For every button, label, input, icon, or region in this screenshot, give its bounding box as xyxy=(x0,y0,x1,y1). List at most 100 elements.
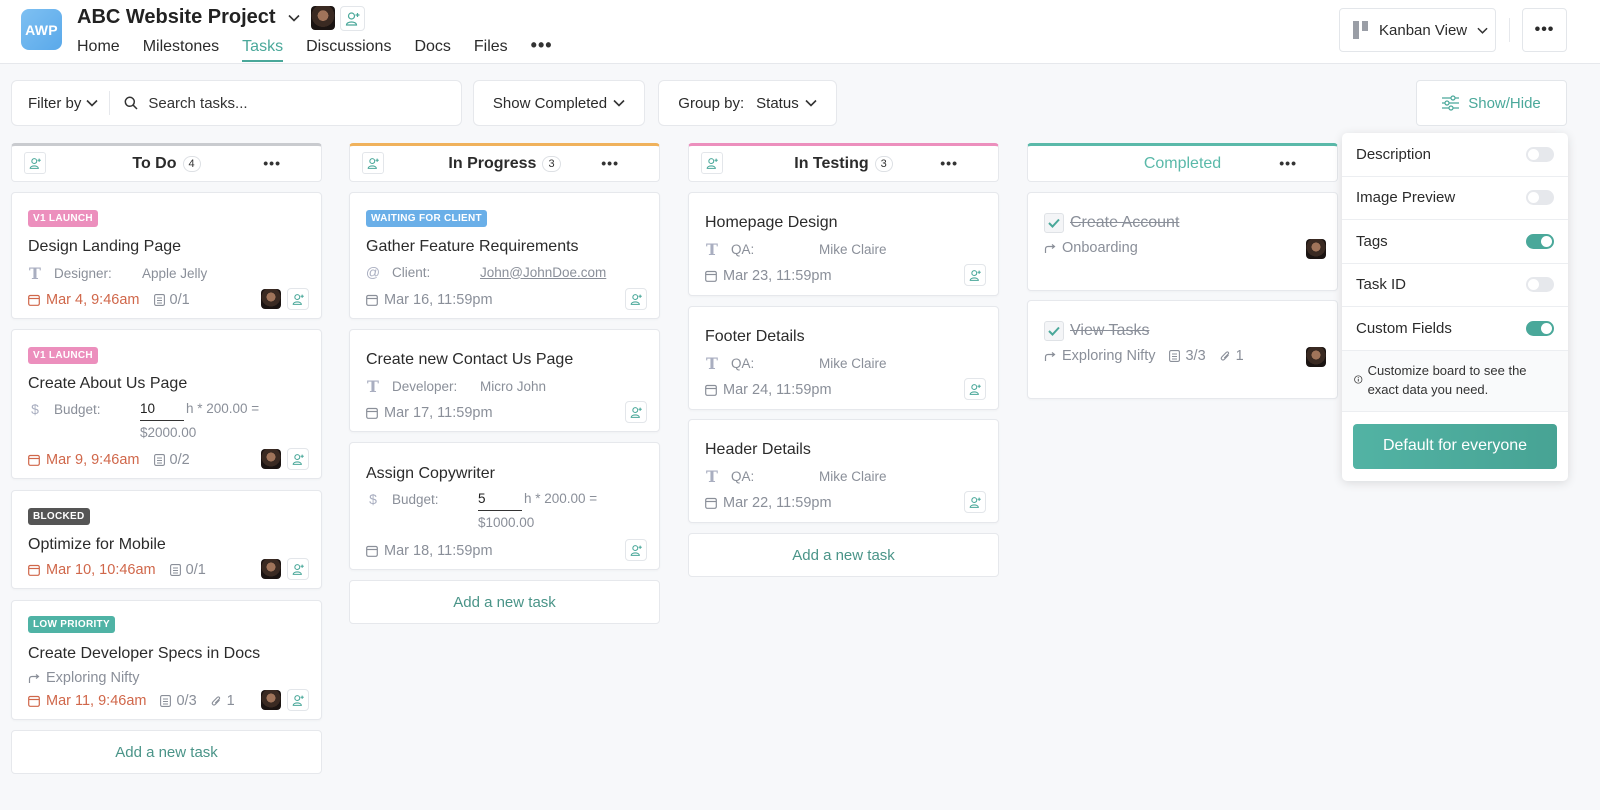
due-date[interactable]: Mar 18, 11:59pm xyxy=(366,543,493,559)
task-complete-checkbox[interactable] xyxy=(1044,321,1064,341)
task-title[interactable]: Create About Us Page xyxy=(28,375,187,393)
parent-task[interactable]: Exploring Nifty xyxy=(28,670,139,686)
task-card[interactable]: WAITING FOR CLIENT Gather Feature Requir… xyxy=(349,192,660,319)
default-for-everyone-button[interactable]: Default for everyone xyxy=(1353,423,1557,469)
column-add-assignee-button[interactable] xyxy=(701,152,723,174)
nav-more-button[interactable]: ••• xyxy=(531,36,553,60)
due-date[interactable]: Mar 11, 9:46am 0/3 1 xyxy=(28,693,235,709)
parent-task[interactable]: Exploring Nifty 3/3 1 xyxy=(1044,348,1244,364)
show-completed-label: Show Completed xyxy=(492,94,608,112)
task-complete-checkbox[interactable] xyxy=(1044,213,1064,233)
add-assignee-button[interactable] xyxy=(287,288,309,310)
due-date[interactable]: Mar 10, 10:46am 0/1 xyxy=(28,562,206,578)
assignee-avatar[interactable] xyxy=(1306,239,1326,259)
column-more-button[interactable]: ••• xyxy=(1279,155,1297,171)
due-date-text: Mar 22, 11:59pm xyxy=(723,495,832,511)
task-title[interactable]: Gather Feature Requirements xyxy=(366,238,579,256)
add-assignee-button[interactable] xyxy=(287,689,309,711)
add-assignee-button[interactable] xyxy=(625,539,647,561)
add-assignee-button[interactable] xyxy=(625,401,647,423)
task-card[interactable]: Header Details T QA: Mike Claire Mar 22,… xyxy=(688,419,999,523)
task-title[interactable]: Create Developer Specs in Docs xyxy=(28,645,260,663)
due-date[interactable]: Mar 16, 11:59pm xyxy=(366,292,493,308)
due-date[interactable]: Mar 17, 11:59pm xyxy=(366,405,493,421)
column-more-button[interactable]: ••• xyxy=(601,155,619,171)
add-assignee-button[interactable] xyxy=(964,491,986,513)
add-member-button[interactable] xyxy=(340,6,365,31)
tab-milestones[interactable]: Milestones xyxy=(143,38,219,60)
assignee-avatar[interactable] xyxy=(261,289,281,309)
assignee-avatar[interactable] xyxy=(1306,347,1326,367)
parent-task[interactable]: Onboarding xyxy=(1044,240,1138,256)
tab-home[interactable]: Home xyxy=(77,38,120,60)
task-id-toggle[interactable] xyxy=(1526,277,1554,293)
task-title[interactable]: Create new Contact Us Page xyxy=(366,351,573,369)
task-card[interactable]: Create Account Onboarding xyxy=(1027,192,1338,291)
image-preview-toggle[interactable] xyxy=(1526,190,1554,206)
project-title-dropdown[interactable]: ABC Website Project xyxy=(77,6,300,29)
assignee-avatar[interactable] xyxy=(261,449,281,469)
due-date[interactable]: Mar 9, 9:46am 0/2 xyxy=(28,452,190,468)
add-task-button[interactable]: Add a new task xyxy=(688,533,999,577)
column-more-button[interactable]: ••• xyxy=(263,155,281,171)
custom-field: T QA: Mike Claire xyxy=(705,240,886,259)
due-date[interactable]: Mar 22, 11:59pm xyxy=(705,495,832,511)
due-date[interactable]: Mar 4, 9:46am 0/1 xyxy=(28,292,190,308)
add-assignee-button[interactable] xyxy=(964,378,986,400)
field-value: Mike Claire xyxy=(819,242,887,257)
add-user-icon xyxy=(292,563,304,575)
option-description: Description xyxy=(1342,133,1568,177)
task-title[interactable]: Design Landing Page xyxy=(28,238,181,256)
task-card[interactable]: View Tasks Exploring Nifty 3/3 1 xyxy=(1027,300,1338,399)
task-card[interactable]: Homepage Design T QA: Mike Claire Mar 23… xyxy=(688,192,999,296)
add-task-button[interactable]: Add a new task xyxy=(11,730,322,774)
task-card[interactable]: BLOCKED Optimize for Mobile Mar 10, 10:4… xyxy=(11,490,322,589)
task-card[interactable]: Footer Details T QA: Mike Claire Mar 24,… xyxy=(688,306,999,410)
task-title[interactable]: View Tasks xyxy=(1070,322,1149,340)
budget-hours-input[interactable]: 10 xyxy=(140,401,184,421)
column-add-assignee-button[interactable] xyxy=(24,152,46,174)
tab-docs[interactable]: Docs xyxy=(414,38,450,60)
description-toggle[interactable] xyxy=(1526,146,1554,162)
view-switcher-button[interactable]: Kanban View xyxy=(1339,8,1496,52)
task-title[interactable]: Optimize for Mobile xyxy=(28,536,166,554)
show-hide-button[interactable]: Show/Hide xyxy=(1416,80,1567,126)
checklist-count: 3/3 xyxy=(1169,348,1206,364)
custom-fields-toggle[interactable] xyxy=(1526,320,1554,336)
add-task-button[interactable]: Add a new task xyxy=(349,580,660,624)
column-add-assignee-button[interactable] xyxy=(362,152,384,174)
task-card[interactable]: V1 LAUNCH Create About Us Page $ Budget:… xyxy=(11,329,322,479)
subtask-arrow-icon xyxy=(28,673,40,683)
assignee-avatar[interactable] xyxy=(261,559,281,579)
due-date[interactable]: Mar 24, 11:59pm xyxy=(705,382,832,398)
budget-hours-input[interactable]: 5 xyxy=(478,491,522,511)
task-card[interactable]: V1 LAUNCH Design Landing Page T Designer… xyxy=(11,192,322,319)
client-email-link[interactable]: John@JohnDoe.com xyxy=(480,265,606,280)
task-title[interactable]: Create Account xyxy=(1070,214,1179,232)
add-assignee-button[interactable] xyxy=(287,558,309,580)
tab-tasks[interactable]: Tasks xyxy=(242,38,283,62)
task-card[interactable]: LOW PRIORITY Create Developer Specs in D… xyxy=(11,600,322,720)
project-logo[interactable]: AWP xyxy=(21,9,62,50)
task-card[interactable]: Create new Contact Us Page T Developer: … xyxy=(349,329,660,432)
filter-by-dropdown[interactable]: Filter by xyxy=(12,91,111,115)
search-input[interactable] xyxy=(148,94,429,112)
add-assignee-button[interactable] xyxy=(964,264,986,286)
task-title[interactable]: Footer Details xyxy=(705,328,805,346)
group-by-dropdown[interactable]: Group by: Status xyxy=(658,80,837,126)
task-card[interactable]: Assign Copywriter $ Budget: 5 h * 200.00… xyxy=(349,442,660,570)
show-completed-dropdown[interactable]: Show Completed xyxy=(473,80,645,126)
tab-files[interactable]: Files xyxy=(474,38,508,60)
assignee-avatar[interactable] xyxy=(261,690,281,710)
task-title[interactable]: Homepage Design xyxy=(705,214,838,232)
tab-discussions[interactable]: Discussions xyxy=(306,38,391,60)
add-assignee-button[interactable] xyxy=(287,448,309,470)
tags-toggle[interactable] xyxy=(1526,233,1554,249)
add-assignee-button[interactable] xyxy=(625,288,647,310)
task-title[interactable]: Assign Copywriter xyxy=(366,465,495,483)
more-options-button[interactable]: ••• xyxy=(1522,8,1567,52)
task-title[interactable]: Header Details xyxy=(705,441,811,459)
due-date[interactable]: Mar 23, 11:59pm xyxy=(705,268,832,284)
column-more-button[interactable]: ••• xyxy=(940,155,958,171)
member-avatar[interactable] xyxy=(311,6,335,30)
